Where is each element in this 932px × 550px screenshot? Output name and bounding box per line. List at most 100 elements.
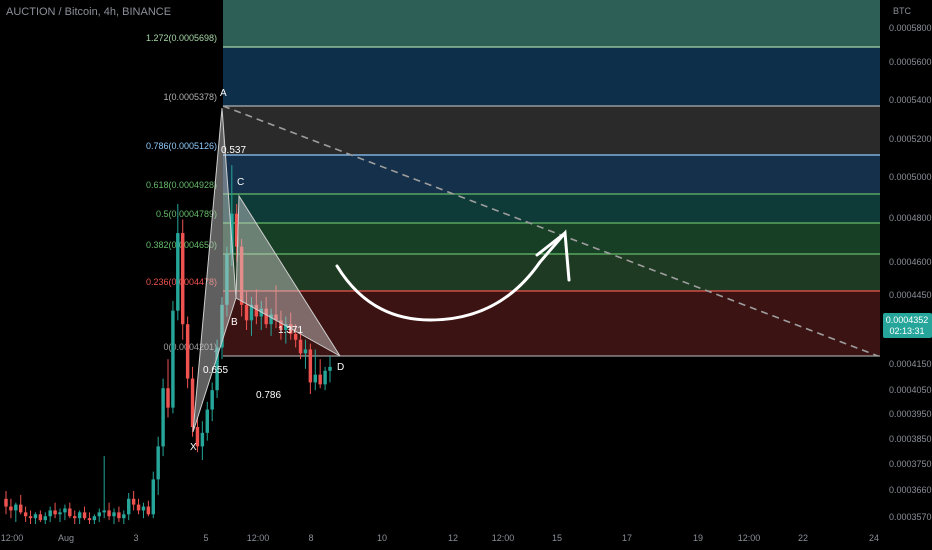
candle-body (308, 349, 313, 383)
candle-body (82, 512, 87, 519)
time-tick-label: 12:00 (738, 533, 761, 543)
fib-level-label: 1(0.0005378) (163, 92, 217, 102)
time-tick-label: 12:00 (492, 533, 515, 543)
candle-body (38, 514, 43, 521)
time-tick-label: 22 (798, 533, 808, 543)
time-tick-label: 17 (622, 533, 632, 543)
pattern-ratio-label: 1.371 (278, 325, 303, 336)
fib-zone-band (223, 155, 880, 194)
time-tick-label: 15 (552, 533, 562, 543)
pattern-point-label: C (237, 177, 244, 188)
candle-body (131, 498, 136, 505)
candle-body (166, 388, 170, 408)
pattern-point-label: A (220, 88, 227, 99)
candle-body (9, 506, 13, 511)
price-tick-label: 0.0003850 (889, 434, 932, 444)
candle-body (107, 510, 111, 517)
candle-body (53, 510, 57, 515)
time-tick-label: 12 (448, 533, 458, 543)
candle-body (33, 514, 38, 519)
candle-body (298, 339, 303, 354)
candle-body (92, 516, 97, 521)
candle-body (205, 409, 209, 433)
price-tick-label: 0.0003660 (889, 485, 932, 495)
price-tick-label: 0.0005600 (889, 57, 932, 67)
fib-level-label: 0.786(0.0005126) (146, 141, 217, 151)
pattern-ratio-label: 0.786 (256, 390, 281, 401)
candle-body (181, 233, 185, 325)
candle-body (58, 512, 62, 515)
price-tick-label: 0.0004600 (889, 257, 932, 267)
fib-level-label: 0.5(0.0004789) (156, 209, 217, 219)
candle-body (19, 504, 23, 513)
candle-body (146, 506, 151, 515)
price-tick-label: 0.0004050 (889, 385, 932, 395)
price-tick-label: 0.0005400 (889, 95, 932, 105)
candle-body (136, 504, 141, 511)
candle-body (87, 518, 92, 521)
fib-level-label: 1.272(0.0005698) (146, 33, 217, 43)
candle-body (200, 432, 205, 447)
candle-body (210, 390, 214, 410)
time-tick-label: 19 (693, 533, 703, 543)
candle-body (244, 304, 249, 321)
pattern-point-label: D (337, 362, 344, 373)
fib-zone-band (223, 106, 880, 155)
candle-body (68, 508, 72, 517)
candle-body (14, 504, 18, 511)
fib-level-label: 0.618(0.0004928) (146, 180, 217, 190)
candle-body (323, 370, 327, 385)
candle-body (161, 388, 165, 447)
fib-zone-band (223, 254, 880, 291)
candle-countdown: 02:13:31 (889, 326, 924, 336)
price-tick-label: 0.0003750 (889, 459, 932, 469)
candle-body (63, 508, 67, 513)
candle-body (303, 349, 308, 354)
pattern-point-label: X (190, 442, 197, 453)
price-tick-label: 0.0005200 (889, 134, 932, 144)
price-chart[interactable]: 1.272(0.0005698) 1(0.0005378) 0.786(0.0005… (0, 0, 932, 550)
price-tick-label: 0.0004150 (889, 359, 932, 369)
time-tick-label: 24 (869, 533, 879, 543)
candle-body (313, 374, 317, 383)
candle-body (156, 446, 160, 480)
candle-body (23, 512, 28, 517)
candle-body (117, 512, 121, 519)
candle-body (127, 498, 131, 515)
time-tick-label: 3 (133, 533, 138, 543)
candle-body (4, 498, 8, 507)
candle-body (122, 514, 126, 519)
candle-body (318, 374, 322, 385)
price-tick-label: 0.0005800 (889, 23, 932, 33)
fib-zone-band (223, 47, 880, 106)
candle-body (171, 310, 175, 408)
price-tick-label: 0.0004800 (889, 213, 932, 223)
time-tick-label: 5 (203, 533, 208, 543)
current-price-value: 0.0004352 (886, 315, 929, 325)
time-tick-label: 8 (308, 533, 313, 543)
time-tick-label: 12:00 (247, 533, 270, 543)
price-tick-label: 0.0003570 (889, 512, 932, 522)
price-tick-label: 0.0005000 (889, 172, 932, 182)
pattern-ratio-label: 0.655 (203, 365, 228, 376)
candle-body (102, 510, 106, 513)
candle-body (73, 516, 77, 519)
candle-body (48, 510, 52, 517)
pattern-point-label: B (231, 317, 238, 328)
candle-body (185, 324, 190, 379)
candle-body (43, 516, 47, 521)
pattern-ratio-label: 0.537 (221, 145, 246, 156)
price-tick-label: 0.0003950 (889, 409, 932, 419)
candle-body (77, 512, 82, 519)
time-tick-label: 10 (377, 533, 387, 543)
fib-zone-band (223, 194, 880, 223)
time-tick-label: Aug (58, 533, 74, 543)
candle-body (112, 512, 116, 517)
candle-body (151, 479, 155, 515)
price-tick-label: 0.0004450 (889, 290, 932, 300)
time-tick-label: 12:00 (1, 533, 24, 543)
candle-body (176, 233, 180, 311)
candle-body (328, 366, 332, 371)
candle-body (97, 512, 101, 517)
fib-zone-band (223, 0, 880, 47)
